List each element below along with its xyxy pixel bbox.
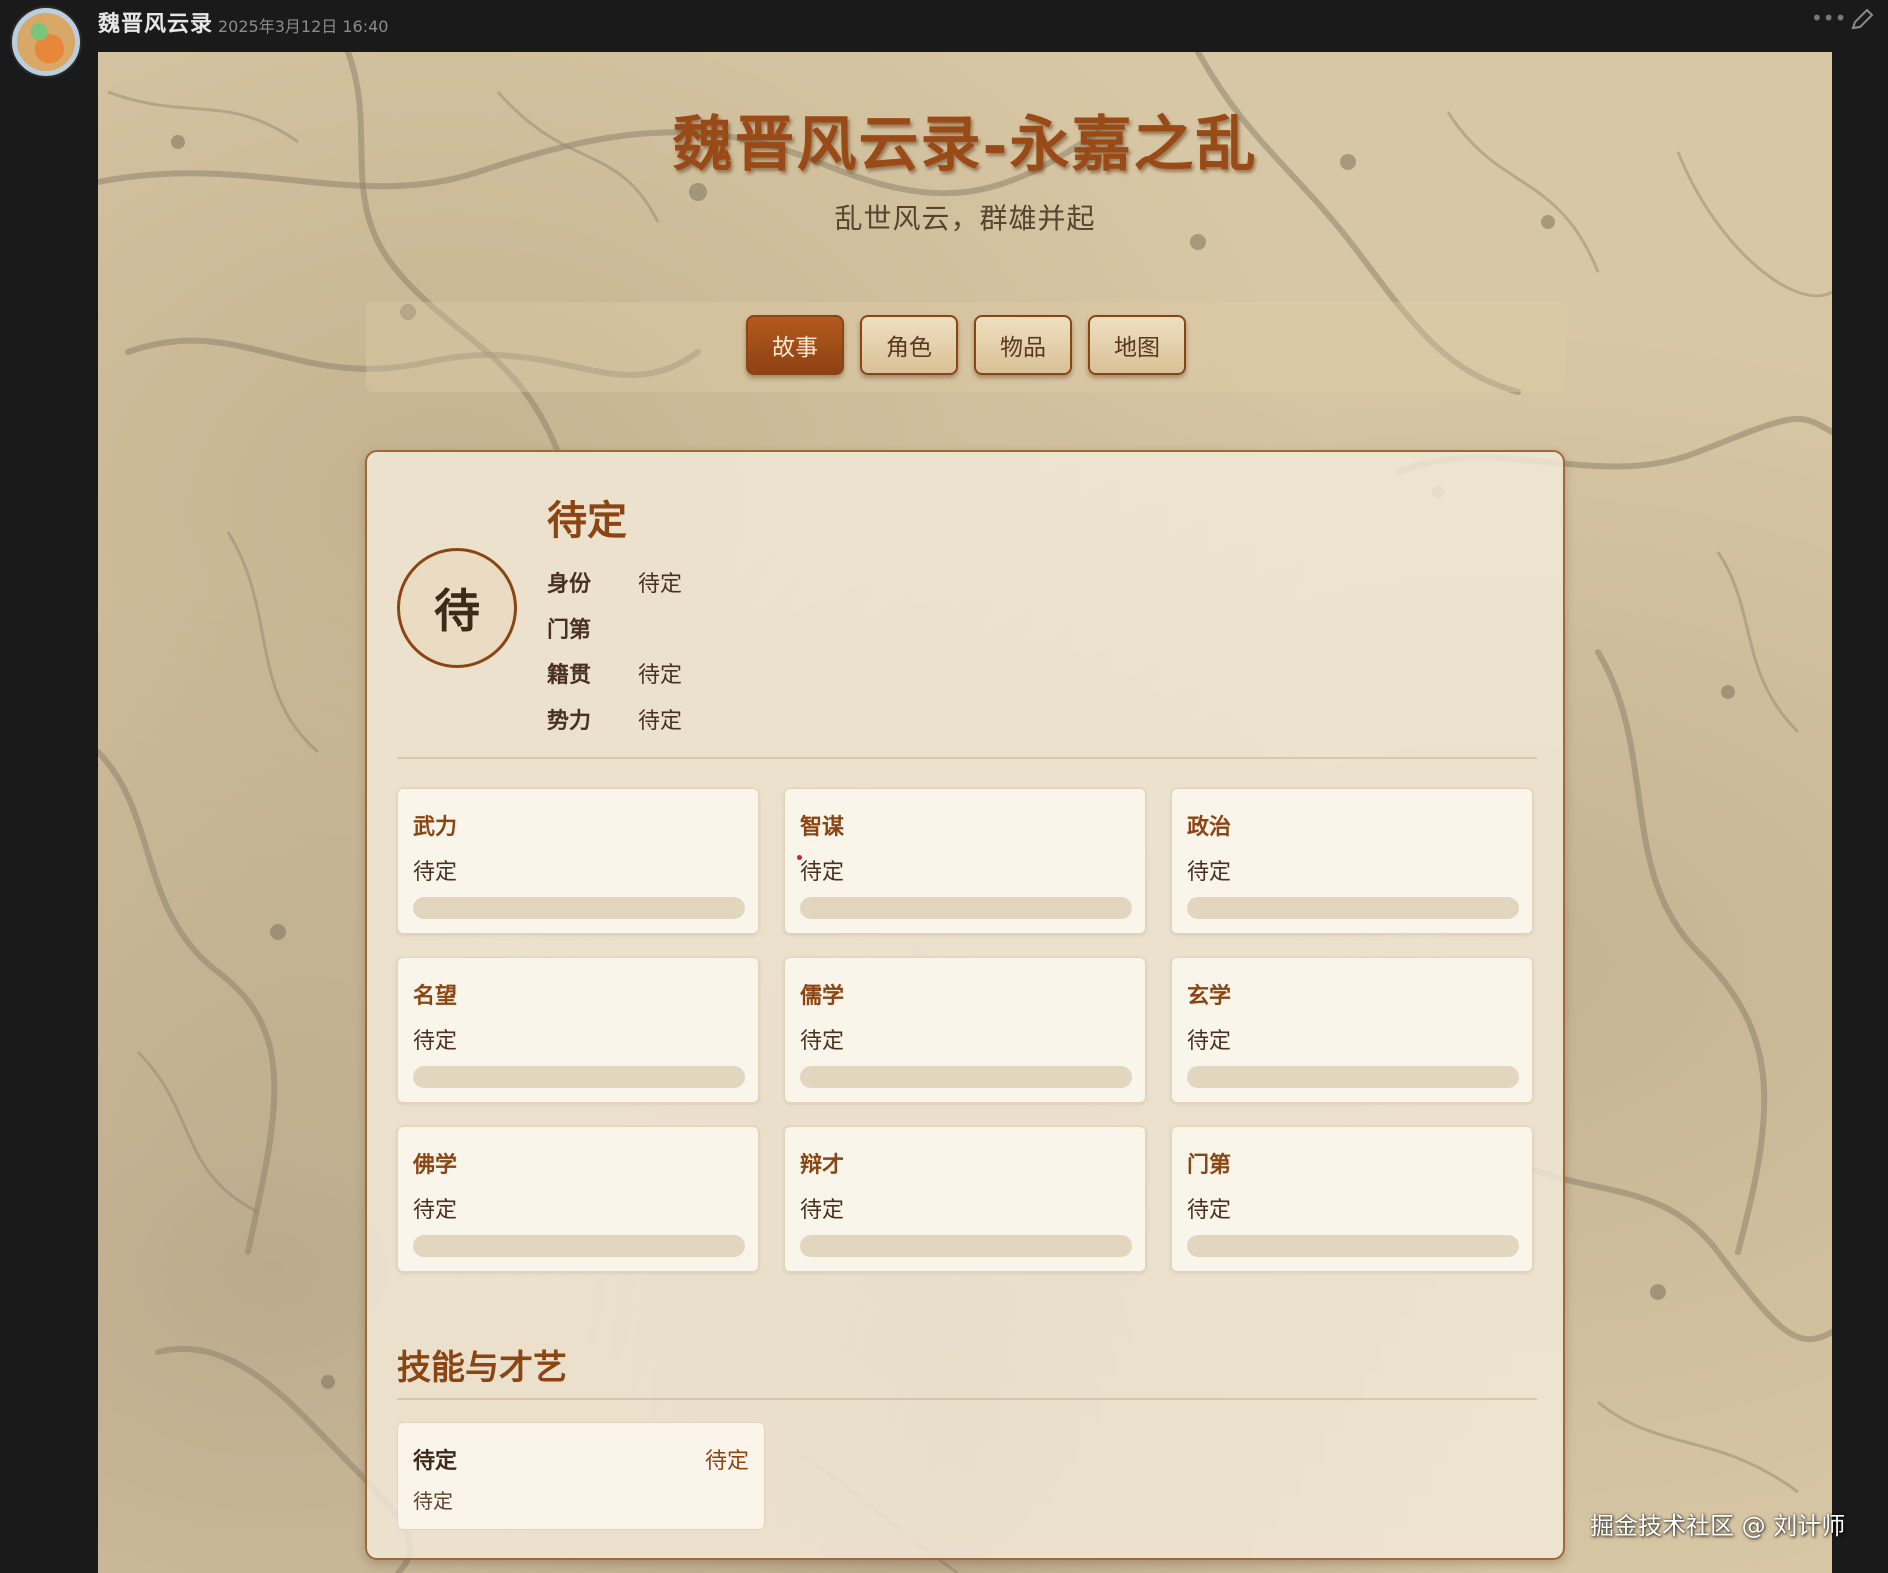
- section-divider: [397, 757, 1537, 759]
- skills-heading: 技能与才艺: [397, 1348, 567, 1388]
- stat-value: 待定: [800, 1198, 845, 1223]
- stat-card: 佛学 待定: [397, 1126, 759, 1272]
- stat-bar: [800, 1066, 1132, 1088]
- stat-bar: [1187, 897, 1519, 919]
- stat-bar: [1187, 1066, 1519, 1088]
- character-panel: 待 待定 身份 待定 门第 籍贯 待定 势力 待定 武力 待定 智谋 待定 政治…: [365, 450, 1565, 1560]
- stat-bar: [1187, 1235, 1519, 1257]
- stat-value: 待定: [1187, 860, 1232, 885]
- stat-card: 玄学 待定: [1171, 957, 1533, 1103]
- stat-label: 名望: [413, 983, 458, 1009]
- stat-label: 儒学: [800, 983, 845, 1009]
- skill-card: 待定 待定 待定: [397, 1422, 765, 1530]
- stat-bar: [800, 1235, 1132, 1257]
- sender-name[interactable]: 魏晋风云录: [98, 6, 213, 38]
- stat-card: 政治 待定: [1171, 788, 1533, 934]
- ellipsis-icon[interactable]: •••: [1811, 8, 1846, 28]
- stat-label: 佛学: [413, 1152, 458, 1178]
- info-label: 身份: [547, 571, 592, 597]
- tab-map[interactable]: 地图: [1088, 315, 1186, 375]
- section-divider: [397, 1398, 1537, 1400]
- stat-card: 儒学 待定: [784, 957, 1146, 1103]
- stat-value: 待定: [413, 860, 458, 885]
- character-portrait: 待: [397, 548, 517, 668]
- stat-card: 智谋 待定: [784, 788, 1146, 934]
- stat-label: 辩才: [800, 1152, 845, 1178]
- pencil-icon[interactable]: [1848, 6, 1876, 34]
- game-card: 魏晋风云录-永嘉之乱 乱世风云，群雄并起 故事 角色 物品 地图 待 待定 身份…: [98, 52, 1832, 1573]
- sender-avatar[interactable]: [10, 6, 82, 78]
- stat-label: 玄学: [1187, 983, 1232, 1009]
- game-title: 魏晋风云录-永嘉之乱: [672, 110, 1258, 180]
- stat-value: 待定: [800, 1029, 845, 1054]
- skill-level: 待定: [704, 1449, 749, 1474]
- message-timestamp: 2025年3月12日 16:40: [218, 17, 389, 36]
- tab-characters[interactable]: 角色: [860, 315, 958, 375]
- info-label: 籍贯: [547, 662, 592, 688]
- stat-card: 武力 待定: [397, 788, 759, 934]
- stat-value: 待定: [800, 860, 845, 885]
- tab-story[interactable]: 故事: [746, 315, 844, 375]
- info-label: 门第: [547, 617, 592, 643]
- skill-description: 待定: [413, 1489, 453, 1513]
- stat-card: 门第 待定: [1171, 1126, 1533, 1272]
- stat-value: 待定: [1187, 1198, 1232, 1223]
- stat-card: 名望 待定: [397, 957, 759, 1103]
- stat-bar: [413, 897, 745, 919]
- main-nav: 故事 角色 物品 地图: [746, 315, 1186, 375]
- stat-label: 武力: [413, 814, 458, 840]
- info-label: 势力: [547, 708, 592, 734]
- stat-value: 待定: [1187, 1029, 1232, 1054]
- watermark: 掘金技术社区 @ 刘计师: [1590, 1512, 1846, 1540]
- game-subtitle: 乱世风云，群雄并起: [834, 202, 1096, 235]
- info-value: 待定: [638, 663, 683, 688]
- tab-items[interactable]: 物品: [974, 315, 1072, 375]
- stat-bar: [413, 1235, 745, 1257]
- skill-name: 待定: [413, 1448, 458, 1474]
- stat-bar: [800, 897, 1132, 919]
- stat-label: 门第: [1187, 1152, 1232, 1178]
- stat-label: 智谋: [800, 814, 845, 840]
- info-value: 待定: [638, 572, 683, 597]
- info-value: 待定: [638, 709, 683, 734]
- character-name: 待定: [547, 497, 627, 544]
- stat-bar: [413, 1066, 745, 1088]
- stat-label: 政治: [1187, 814, 1232, 840]
- stat-value: 待定: [413, 1198, 458, 1223]
- stat-value: 待定: [413, 1029, 458, 1054]
- stat-card: 辩才 待定: [784, 1126, 1146, 1272]
